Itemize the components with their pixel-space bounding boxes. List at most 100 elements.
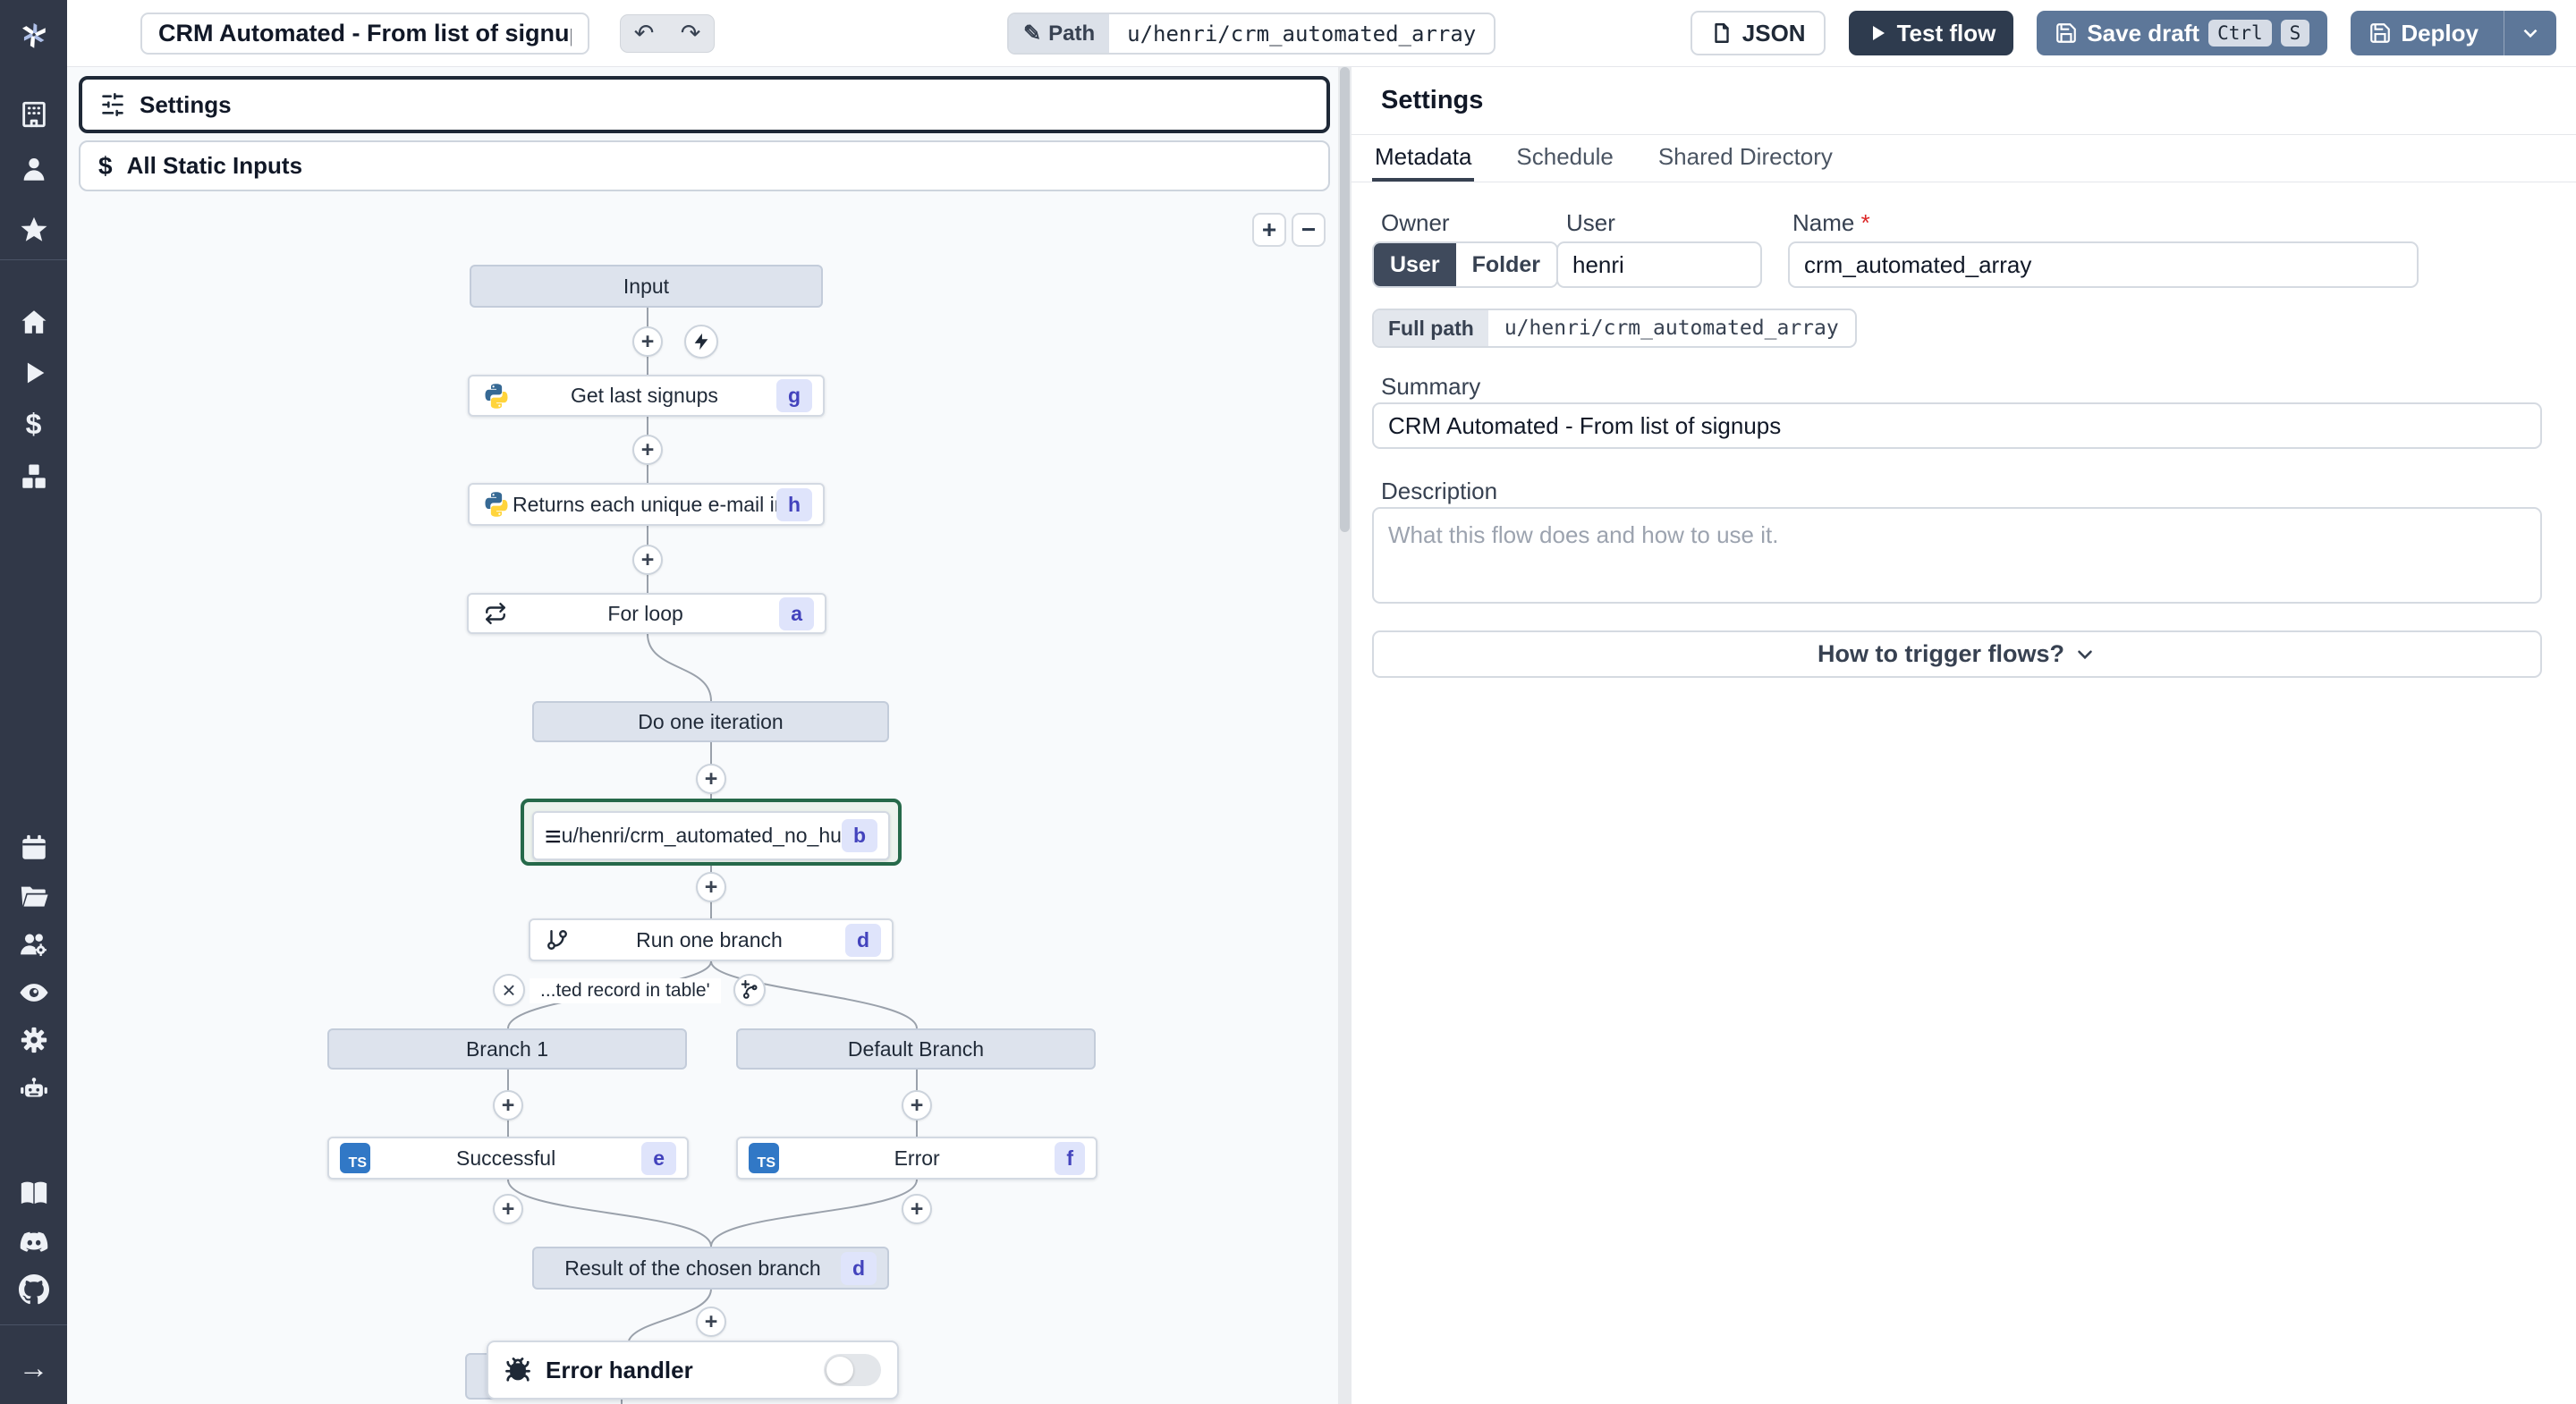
tab-shared-directory[interactable]: Shared Directory <box>1656 135 1835 182</box>
summary-label: Summary <box>1381 373 1481 400</box>
sidebar-item-audit-logs[interactable] <box>0 975 67 1011</box>
kbd-ctrl: Ctrl <box>2208 20 2272 47</box>
kbd-s: S <box>2280 20 2310 47</box>
trigger-bolt-button[interactable] <box>684 325 718 359</box>
add-step-button[interactable]: + <box>493 1090 523 1121</box>
sidebar-item-github[interactable] <box>0 1272 67 1307</box>
play-icon <box>1872 26 1885 40</box>
sidebar-item-variables[interactable]: $ <box>0 406 67 442</box>
flow-node-error[interactable]: TS Error f <box>736 1137 1097 1180</box>
sidebar-expand-button[interactable]: → <box>0 1350 67 1386</box>
error-handler-node[interactable]: Error handler <box>487 1341 899 1400</box>
summary-input[interactable] <box>1372 402 2542 449</box>
branch-condition-label[interactable]: ...ted record in table' <box>530 978 721 1003</box>
owner-kind-toggle: User Folder <box>1372 241 1558 288</box>
flow-node-input[interactable]: Input <box>470 265 823 308</box>
play-icon <box>27 362 44 384</box>
scrollbar-thumb[interactable] <box>1340 67 1350 532</box>
sidebar-item-settings[interactable] <box>0 1022 67 1058</box>
description-textarea[interactable] <box>1372 507 2542 604</box>
test-flow-button[interactable]: Test flow <box>1848 11 2014 55</box>
sidebar-item-workers[interactable] <box>0 1071 67 1107</box>
flow-name-input[interactable] <box>1788 241 2419 288</box>
sidebar-item-docs[interactable] <box>0 1175 67 1211</box>
windmill-flow-editor: $ → CRM Automated - From list of signups… <box>0 0 2576 1404</box>
sidebar-item-home[interactable] <box>0 304 67 340</box>
chevron-down-icon <box>2078 649 2092 659</box>
required-asterisk: * <box>1860 209 1870 236</box>
owner-user-input[interactable] <box>1556 241 1762 288</box>
add-branch-button[interactable] <box>733 974 766 1006</box>
add-step-button[interactable]: + <box>902 1090 932 1121</box>
eye-icon <box>19 984 48 1002</box>
star-icon <box>21 216 47 241</box>
sidebar-item-schedules[interactable] <box>0 830 67 866</box>
users-gear-icon <box>20 934 47 957</box>
python-icon <box>480 380 513 412</box>
flow-node-successful[interactable]: TS Successful e <box>327 1137 689 1180</box>
flow-summary-input[interactable] <box>140 13 589 55</box>
settings-tabs: Metadata Schedule Shared Directory <box>1352 135 2576 182</box>
path-group[interactable]: ✎ Path u/henri/crm_automated_array <box>1007 13 1496 55</box>
step-id-badge: b <box>841 819 877 852</box>
typescript-icon: TS <box>749 1143 779 1173</box>
owner-kind-folder[interactable]: Folder <box>1455 243 1556 286</box>
flow-node-result[interactable]: Result of the chosen branch d <box>532 1247 889 1290</box>
building-icon <box>21 101 46 128</box>
deploy-dropdown-button[interactable] <box>2504 11 2556 55</box>
add-step-button[interactable]: + <box>632 545 663 575</box>
add-step-button[interactable]: + <box>902 1194 932 1224</box>
discord-icon <box>20 1231 47 1252</box>
owner-kind-user[interactable]: User <box>1374 243 1456 286</box>
json-button[interactable]: JSON <box>1690 11 1826 55</box>
topbar-actions: JSON Test flow Save draft Ctrl S Deploy <box>1690 11 2556 55</box>
step-id-badge: f <box>1055 1141 1085 1175</box>
save-draft-button[interactable]: Save draft Ctrl S <box>2037 11 2328 55</box>
sidebar-item-user[interactable] <box>0 151 67 187</box>
path-chip: ✎ Path <box>1009 14 1110 53</box>
flow-node-do-one-iteration[interactable]: Do one iteration <box>532 701 889 742</box>
remove-branch-button[interactable]: × <box>493 974 525 1006</box>
step-id-badge: h <box>775 487 812 521</box>
deploy-button[interactable]: Deploy <box>2351 11 2556 55</box>
sidebar-item-runs[interactable] <box>0 355 67 391</box>
add-step-button[interactable]: + <box>696 764 726 794</box>
flow-node-for-loop[interactable]: For loop a <box>467 593 826 634</box>
error-handler-toggle[interactable] <box>824 1354 881 1386</box>
undo-redo-group: ↶ ↷ <box>620 14 715 53</box>
sidebar-item-groups[interactable] <box>0 926 67 962</box>
how-to-trigger-button[interactable]: How to trigger flows? <box>1372 630 2542 678</box>
panel-scrollbar[interactable] <box>1338 67 1352 1404</box>
step-id-badge: e <box>641 1141 676 1175</box>
sidebar-item-folders[interactable] <box>0 879 67 915</box>
path-value: u/henri/crm_automated_array <box>1127 21 1477 47</box>
redo-button[interactable]: ↷ <box>667 15 714 52</box>
cubes-icon <box>21 464 46 488</box>
add-step-button[interactable]: + <box>696 1307 726 1337</box>
sidebar-item-workspace[interactable] <box>0 97 67 132</box>
flow-node-default-branch[interactable]: Default Branch <box>736 1028 1096 1070</box>
undo-button[interactable]: ↶ <box>621 15 667 52</box>
flow-node-branch-1[interactable]: Branch 1 <box>327 1028 687 1070</box>
flow-node-run-one-branch[interactable]: Run one branch d <box>529 918 894 961</box>
flow-node-unique-emails[interactable]: Returns each unique e-mail in an array h <box>468 483 825 526</box>
step-id-badge: d <box>840 1251 877 1285</box>
toggle-knob <box>826 1357 853 1383</box>
flow-node-get-last-signups[interactable]: Get last signups g <box>468 375 825 417</box>
sidebar-item-favorites[interactable] <box>0 212 67 248</box>
tab-metadata[interactable]: Metadata <box>1372 135 1475 182</box>
python-icon <box>480 488 513 520</box>
sidebar-item-resources[interactable] <box>0 459 67 495</box>
add-step-button[interactable]: + <box>632 435 663 465</box>
tab-schedule[interactable]: Schedule <box>1513 135 1615 182</box>
add-step-button[interactable]: + <box>632 326 663 357</box>
sidebar-item-discord[interactable] <box>0 1224 67 1260</box>
add-step-button[interactable]: + <box>696 872 726 902</box>
add-step-button[interactable]: + <box>493 1194 523 1224</box>
sidebar-divider <box>0 1324 67 1325</box>
flow-node-crm-no-human-selected[interactable]: ≡ u/henri/crm_automated_no_human b <box>521 799 902 866</box>
windmill-logo-icon[interactable] <box>0 9 67 58</box>
topbar: ↶ ↷ ✎ Path u/henri/crm_automated_array J… <box>67 0 2576 67</box>
owner-label: Owner <box>1381 209 1450 236</box>
flow-node-crm-no-human[interactable]: ≡ u/henri/crm_automated_no_human b <box>532 811 890 860</box>
